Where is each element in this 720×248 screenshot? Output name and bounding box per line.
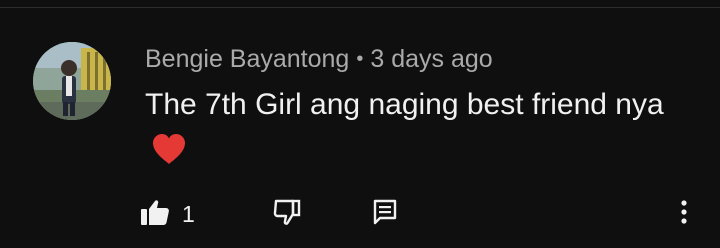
heart-emoji-icon [151, 133, 187, 179]
comment-text: The 7th Girl ang naging best friend nya [145, 88, 664, 121]
more-vertical-icon [680, 199, 688, 230]
comment-actions: 1 [0, 196, 720, 232]
comment-body: The 7th Girl ang naging best friend nya [145, 82, 665, 179]
avatar-image [33, 42, 111, 120]
like-button[interactable]: 1 [140, 198, 195, 230]
dislike-button[interactable] [271, 198, 305, 230]
top-divider [0, 7, 720, 8]
comment-timestamp[interactable]: 3 days ago [370, 45, 492, 74]
comment-card: Bengie Bayantong • 3 days ago The 7th Gi… [0, 0, 720, 248]
comment-header: Bengie Bayantong • 3 days ago [145, 43, 493, 75]
comment-reply-icon [373, 199, 397, 230]
author-name[interactable]: Bengie Bayantong [145, 45, 349, 74]
avatar[interactable] [33, 42, 111, 120]
separator-dot: • [356, 47, 364, 70]
reply-button[interactable] [370, 198, 400, 230]
more-options-button[interactable] [670, 198, 698, 230]
thumbs-up-icon [140, 198, 170, 231]
thumbs-down-icon [273, 198, 303, 231]
like-count: 1 [182, 200, 195, 227]
